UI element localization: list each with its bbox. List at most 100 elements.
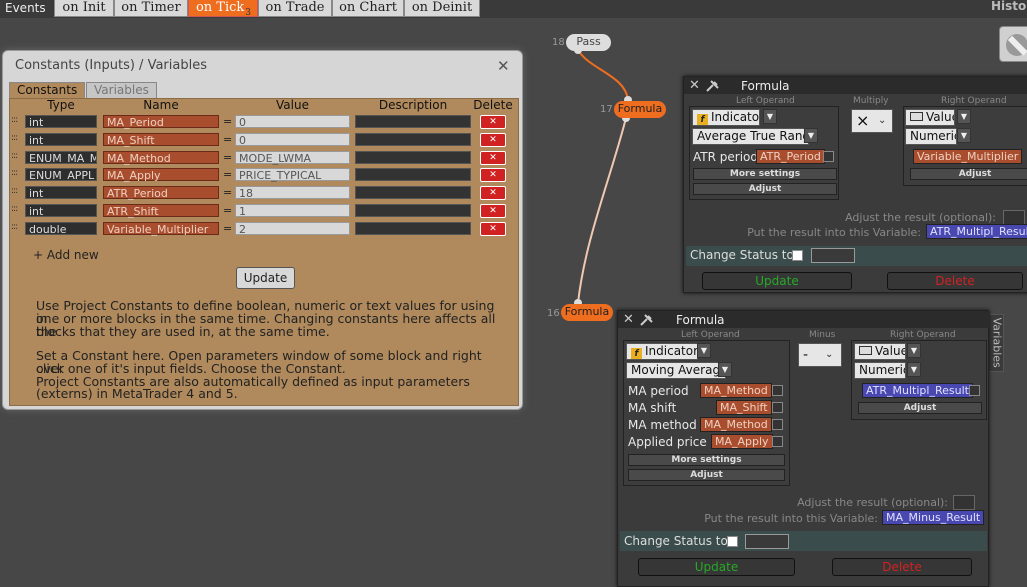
pin-icon[interactable]: [639, 313, 655, 326]
chevron-down-icon[interactable]: ▼: [907, 343, 921, 358]
value-field[interactable]: 18: [235, 186, 350, 200]
delete-button[interactable]: ✕: [480, 186, 506, 200]
add-new-link[interactable]: + Add new: [33, 248, 99, 262]
value-field[interactable]: PRICE_TYPICAL: [235, 168, 350, 182]
formula-node-16[interactable]: Formula: [561, 304, 613, 321]
delete-button[interactable]: ✕: [480, 133, 506, 147]
name-field[interactable]: MA_Period: [103, 115, 219, 129]
drag-handle-icon[interactable]: :::: [11, 204, 18, 214]
type-field[interactable]: ENUM_APPL: [25, 168, 97, 181]
type-field[interactable]: int: [25, 115, 97, 128]
name-field[interactable]: MA_Method: [103, 151, 219, 165]
chevron-down-icon[interactable]: ▼: [718, 362, 732, 377]
description-field[interactable]: [355, 186, 471, 199]
param-checkbox[interactable]: [772, 436, 783, 447]
param-value[interactable]: MA_Method: [700, 417, 772, 432]
chevron-down-icon[interactable]: ▼: [957, 109, 971, 124]
formula-node-17[interactable]: Formula: [614, 101, 666, 118]
pin-icon[interactable]: [705, 79, 721, 92]
drag-handle-icon[interactable]: :::: [11, 168, 18, 178]
value-field[interactable]: 0: [235, 133, 350, 147]
indicator-name-dropdown[interactable]: Average True Range: [692, 128, 809, 145]
right-value-checkbox[interactable]: [969, 385, 980, 396]
delete-button[interactable]: Delete: [887, 272, 1023, 290]
adjust-result-field[interactable]: [1003, 210, 1025, 225]
param-value[interactable]: MA_Apply: [711, 434, 773, 449]
delete-button[interactable]: Delete: [832, 558, 972, 576]
type-field[interactable]: int: [25, 204, 97, 217]
description-field[interactable]: [355, 115, 471, 128]
indicator-dropdown[interactable]: f Indicator: [692, 109, 760, 126]
name-field[interactable]: ATR_Period: [103, 186, 219, 200]
right-value-field[interactable]: Variable_Multiplier: [913, 149, 1023, 164]
description-field[interactable]: [355, 168, 471, 181]
result-variable-field[interactable]: ATR_Multipl_Result: [926, 224, 1027, 239]
param-checkbox[interactable]: [772, 419, 783, 430]
indicator-name-dropdown[interactable]: Moving Average: [626, 362, 726, 379]
value-type-dropdown[interactable]: Value: [905, 109, 955, 126]
adjust-result-field[interactable]: [953, 495, 975, 510]
adjust-button[interactable]: Adjust: [693, 183, 837, 195]
param-value[interactable]: MA_Shift: [716, 400, 772, 415]
chevron-down-icon[interactable]: ▼: [697, 343, 711, 358]
adjust-button[interactable]: Adjust: [628, 469, 785, 481]
value-field[interactable]: 1: [235, 204, 350, 218]
delete-button[interactable]: ✕: [480, 168, 506, 182]
result-variable-field[interactable]: MA_Minus_Result: [882, 510, 985, 525]
operator-dropdown[interactable]: -: [798, 343, 842, 367]
type-field[interactable]: int: [25, 186, 97, 199]
chevron-down-icon[interactable]: ▼: [804, 128, 818, 143]
description-field[interactable]: [355, 151, 471, 164]
chevron-down-icon[interactable]: ▼: [763, 109, 777, 124]
value-field[interactable]: MODE_LWMA: [235, 151, 350, 165]
chevron-down-icon[interactable]: ▼: [957, 128, 971, 143]
drag-handle-icon[interactable]: :::: [11, 133, 18, 143]
operator-dropdown[interactable]: ×: [851, 109, 893, 133]
adjust-button[interactable]: Adjust: [910, 168, 1027, 180]
name-field[interactable]: MA_Shift: [103, 133, 219, 147]
param-value[interactable]: ATR_Period: [756, 149, 825, 164]
value-type-dropdown[interactable]: Value: [854, 343, 906, 360]
status-field[interactable]: [745, 534, 789, 549]
description-field[interactable]: [355, 133, 471, 146]
adjust-button[interactable]: Adjust: [858, 402, 982, 414]
type-field[interactable]: double: [25, 222, 97, 235]
name-field[interactable]: MA_Apply: [103, 168, 219, 182]
type-field[interactable]: int: [25, 133, 97, 146]
param-checkbox[interactable]: [772, 402, 783, 413]
pass-node[interactable]: Pass: [566, 34, 611, 51]
close-icon[interactable]: ✕: [689, 78, 700, 93]
name-field[interactable]: Variable_Multiplier: [103, 222, 219, 236]
drag-handle-icon[interactable]: :::: [11, 186, 18, 196]
description-field[interactable]: [355, 222, 471, 235]
numeric-dropdown[interactable]: Numeric: [905, 128, 957, 145]
drag-handle-icon[interactable]: :::: [11, 151, 18, 161]
update-button[interactable]: Update: [638, 558, 795, 576]
value-field[interactable]: 2: [235, 222, 350, 236]
chevron-down-icon[interactable]: ▼: [907, 362, 921, 377]
close-icon[interactable]: ✕: [497, 57, 510, 75]
value-field[interactable]: 0: [235, 115, 350, 129]
numeric-dropdown[interactable]: Numeric: [854, 362, 906, 379]
change-status-checkbox[interactable]: [792, 250, 803, 261]
description-field[interactable]: [355, 204, 471, 217]
more-settings-button[interactable]: More settings: [693, 168, 837, 180]
name-field[interactable]: ATR_Shift: [103, 204, 219, 218]
delete-button[interactable]: ✕: [480, 151, 506, 165]
indicator-dropdown[interactable]: f Indicator: [626, 343, 698, 360]
type-field[interactable]: ENUM_MA_M: [25, 151, 97, 164]
param-checkbox[interactable]: [823, 151, 834, 162]
right-value-field[interactable]: ATR_Multipl_Result: [862, 383, 973, 398]
delete-button[interactable]: ✕: [480, 222, 506, 236]
close-icon[interactable]: ✕: [623, 312, 634, 327]
param-checkbox[interactable]: [772, 385, 783, 396]
delete-button[interactable]: ✕: [480, 204, 506, 218]
param-value[interactable]: MA_Method: [700, 383, 772, 398]
tab-constants[interactable]: Constants: [9, 82, 86, 98]
change-status-checkbox[interactable]: [727, 536, 738, 547]
drag-handle-icon[interactable]: :::: [11, 115, 18, 125]
tab-variables[interactable]: Variables: [86, 82, 157, 98]
delete-button[interactable]: ✕: [480, 115, 506, 129]
more-settings-button[interactable]: More settings: [628, 454, 785, 466]
variables-side-tab[interactable]: Variables: [988, 314, 1004, 372]
